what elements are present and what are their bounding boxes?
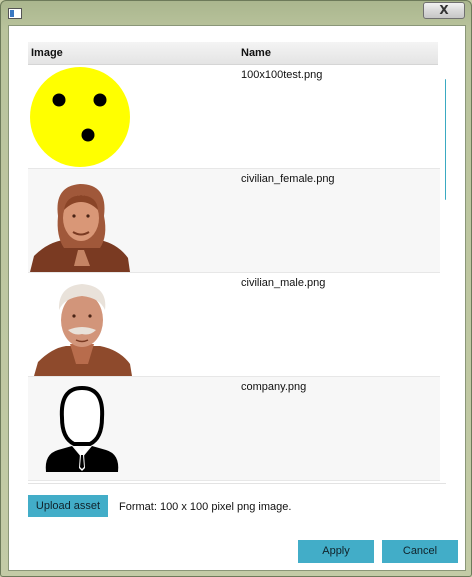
- asset-name: 100x100test.png: [241, 69, 323, 81]
- grid-header: Image Name: [28, 42, 438, 65]
- upload-asset-button[interactable]: Upload asset: [28, 495, 108, 517]
- asset-name: civilian_female.png: [241, 173, 335, 185]
- grid-rows: 100x100test.png civilian_female.png civi…: [28, 65, 440, 481]
- asset-name: company.png: [241, 381, 307, 393]
- scroll-down-arrow-icon[interactable]: ˅: [442, 471, 447, 483]
- close-button[interactable]: X: [423, 2, 465, 19]
- scroll-up-arrow-icon[interactable]: ˄: [442, 66, 447, 78]
- dialog-content: Image Name 100x100test.png civilian_fema…: [8, 25, 466, 571]
- grid-scrollbar[interactable]: ˄ ˅: [442, 64, 446, 483]
- column-header-image[interactable]: Image: [31, 47, 63, 59]
- civilian-female-portrait-icon: [30, 170, 134, 272]
- asset-dialog-window: X Image Name 100x100test.png civilian_fe…: [0, 0, 472, 577]
- app-window-icon: [8, 8, 22, 19]
- format-hint: Format: 100 x 100 pixel png image.: [119, 501, 292, 513]
- table-row[interactable]: civilian_male.png: [28, 273, 440, 377]
- civilian-male-portrait-icon: [30, 274, 134, 376]
- table-row[interactable]: company.png: [28, 377, 440, 481]
- scroll-thumb[interactable]: [445, 79, 446, 200]
- asset-name: civilian_male.png: [241, 277, 326, 289]
- apply-button[interactable]: Apply: [298, 540, 374, 563]
- cancel-button[interactable]: Cancel: [382, 540, 458, 563]
- table-row[interactable]: 100x100test.png: [28, 65, 440, 169]
- table-row[interactable]: civilian_female.png: [28, 169, 440, 273]
- smiley-test-image-icon: [30, 66, 134, 168]
- company-businessman-icon: [30, 378, 134, 480]
- column-header-name[interactable]: Name: [241, 47, 271, 59]
- title-bar[interactable]: X: [1, 1, 471, 25]
- asset-grid: Image Name 100x100test.png civilian_fema…: [28, 42, 446, 484]
